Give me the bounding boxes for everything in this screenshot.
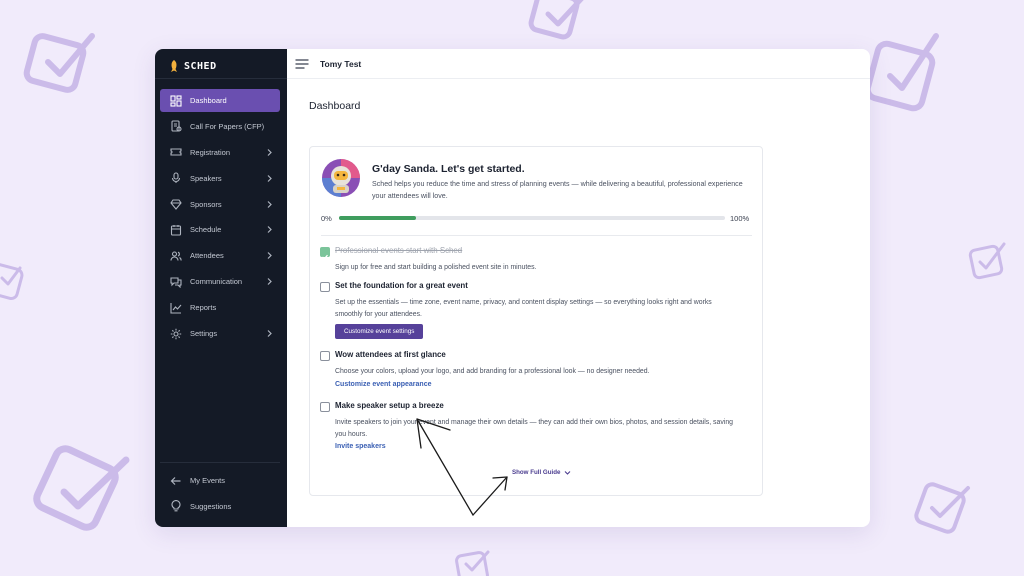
sidebar-item-label: Communication [190, 277, 243, 287]
checkbox-doodle-icon [30, 436, 138, 540]
app-window: SCHED Dashboard Call For Papers (CFP) Re… [155, 49, 870, 527]
microphone-icon [169, 171, 183, 185]
logo[interactable]: SCHED [168, 56, 217, 76]
rocket-logo-icon [171, 60, 177, 72]
checkbox-doodle-icon [452, 548, 496, 576]
invite-speakers-link[interactable]: Invite speakers [335, 443, 386, 450]
sidebar-item-dashboard[interactable]: Dashboard [160, 89, 280, 112]
task-checkbox[interactable] [320, 402, 330, 412]
logo-text: SCHED [184, 60, 217, 72]
dashboard-icon [169, 94, 183, 108]
lightbulb-icon [169, 499, 183, 513]
checkbox-doodle-icon [0, 258, 28, 304]
task-description: Choose your colors, upload your logo, an… [335, 368, 650, 375]
chat-icon [169, 275, 183, 289]
divider [155, 78, 287, 79]
onboarding-card: G'day Sanda. Let's get started. Sched he… [309, 146, 763, 496]
task-title: Make speaker setup a breeze [335, 401, 444, 410]
sidebar-item-label: Call For Papers (CFP) [190, 121, 265, 131]
sidebar-item-label: Attendees [190, 251, 224, 261]
hamburger-menu-icon[interactable] [295, 58, 309, 70]
astronaut-avatar [322, 159, 360, 197]
sidebar-item-cfp[interactable]: Call For Papers (CFP) [160, 115, 280, 138]
show-full-guide-label: Show Full Guide [512, 469, 561, 476]
ticket-icon [169, 145, 183, 159]
chevron-right-icon [267, 148, 272, 156]
sidebar-item-label: Suggestions [190, 501, 232, 511]
sidebar-item-label: Dashboard [190, 96, 227, 105]
task-description: Sign up for free and start building a po… [335, 264, 537, 271]
sidebar-item-schedule[interactable]: Schedule [160, 218, 280, 241]
divider [160, 462, 280, 463]
sidebar-item-label: Registration [190, 147, 231, 157]
intro-text: Sched helps you reduce the time and stre… [372, 180, 743, 200]
task-title: Professional events start with Sched [335, 246, 463, 255]
users-icon [169, 249, 183, 263]
check-icon [322, 254, 328, 260]
chevron-down-icon [565, 471, 571, 475]
sidebar-item-my-events[interactable]: My Events [160, 469, 280, 492]
chevron-right-icon [267, 174, 272, 182]
customize-event-settings-button[interactable]: Customize event settings [335, 324, 424, 339]
chevron-right-icon [267, 252, 272, 260]
sidebar-item-settings[interactable]: Settings [160, 322, 280, 345]
progress-bar [339, 216, 725, 220]
calendar-icon [169, 223, 183, 237]
task-description: Invite speakers to join your event and m… [335, 419, 733, 438]
checkbox-doodle-icon [22, 28, 102, 100]
sidebar-item-label: Speakers [190, 173, 222, 183]
sidebar-item-label: Settings [190, 329, 218, 339]
divider [321, 235, 752, 236]
task-checkbox[interactable] [320, 247, 330, 260]
task-checkbox[interactable] [320, 282, 330, 292]
top-bar: Tomy Test [287, 49, 870, 79]
customize-event-appearance-link[interactable]: Customize event appearance [335, 381, 431, 388]
sidebar-item-communication[interactable]: Communication [160, 270, 280, 293]
chevron-right-icon [267, 330, 272, 337]
chart-icon [169, 301, 183, 315]
cfp-icon [169, 119, 183, 133]
sidebar-item-label: Sponsors [190, 199, 222, 209]
sidebar-item-label: My Events [190, 476, 226, 485]
sidebar-item-registration[interactable]: Registration [160, 141, 280, 164]
task-title: Set the foundation for a great event [335, 281, 468, 290]
sidebar-item-suggestions[interactable]: Suggestions [160, 495, 280, 518]
sidebar-item-sponsors[interactable]: Sponsors [160, 193, 280, 216]
checkbox-doodle-icon [528, 0, 592, 44]
chevron-right-icon [267, 200, 272, 208]
sidebar-item-label: Schedule [190, 225, 222, 235]
progress-start-label: 0% [321, 214, 332, 223]
chevron-right-icon [267, 226, 272, 234]
sidebar-item-reports[interactable]: Reports [160, 296, 280, 319]
show-full-guide-button[interactable]: Show Full Guide [512, 469, 571, 476]
sidebar: SCHED Dashboard Call For Papers (CFP) Re… [155, 49, 287, 527]
gear-icon [169, 327, 183, 341]
greeting-heading: G'day Sanda. Let's get started. [372, 163, 525, 175]
task-title: Wow attendees at first glance [335, 350, 446, 359]
checkbox-doodle-icon [908, 474, 978, 540]
sidebar-item-attendees[interactable]: Attendees [160, 244, 280, 267]
page-title: Dashboard [309, 100, 361, 112]
checkbox-doodle-icon [964, 240, 1012, 284]
progress-fill [339, 216, 417, 220]
sidebar-nav: Dashboard Call For Papers (CFP) Registra… [160, 89, 280, 348]
task-description: Set up the essentials — time zone, event… [335, 299, 712, 318]
progress-end-label: 100% [730, 214, 750, 223]
diamond-icon [169, 197, 183, 211]
arrow-left-icon [169, 474, 183, 488]
task-checkbox[interactable] [320, 351, 330, 361]
sidebar-item-label: Reports [190, 303, 217, 313]
sidebar-bottom-nav: My Events Suggestions [160, 469, 280, 521]
event-name: Tomy Test [320, 58, 362, 69]
chevron-right-icon [267, 278, 272, 286]
sidebar-item-speakers[interactable]: Speakers [160, 167, 280, 190]
